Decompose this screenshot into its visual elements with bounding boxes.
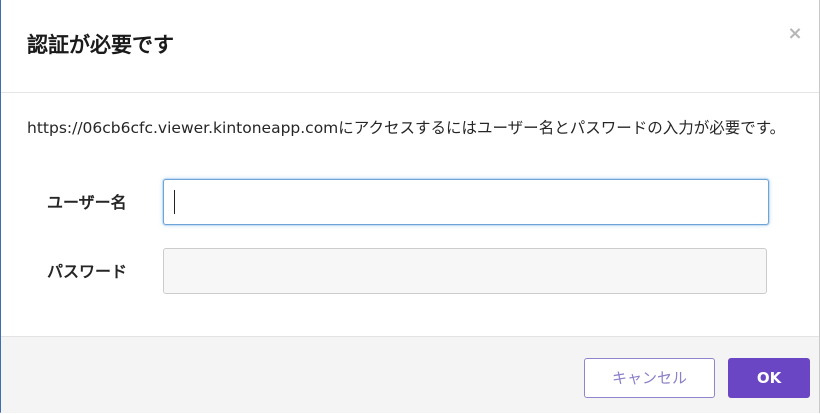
password-input[interactable] (163, 248, 767, 294)
dialog-header: 認証が必要です × (1, 0, 819, 93)
password-row: パスワード (1, 248, 819, 296)
username-row: ユーザー名 (1, 179, 819, 227)
ok-button[interactable]: OK (728, 358, 810, 398)
auth-message: https://06cb6cfc.viewer.kintoneapp.comにア… (27, 119, 786, 137)
text-cursor (174, 190, 175, 214)
username-input[interactable] (163, 179, 769, 225)
username-label: ユーザー名 (47, 193, 127, 212)
password-label: パスワード (47, 262, 128, 281)
dialog-title: 認証が必要です (27, 33, 174, 57)
auth-dialog: 認証が必要です × https://06cb6cfc.viewer.kinton… (0, 0, 820, 413)
dialog-footer: キャンセル OK (1, 336, 819, 413)
cancel-button[interactable]: キャンセル (584, 358, 715, 398)
close-icon[interactable]: × (783, 22, 807, 46)
